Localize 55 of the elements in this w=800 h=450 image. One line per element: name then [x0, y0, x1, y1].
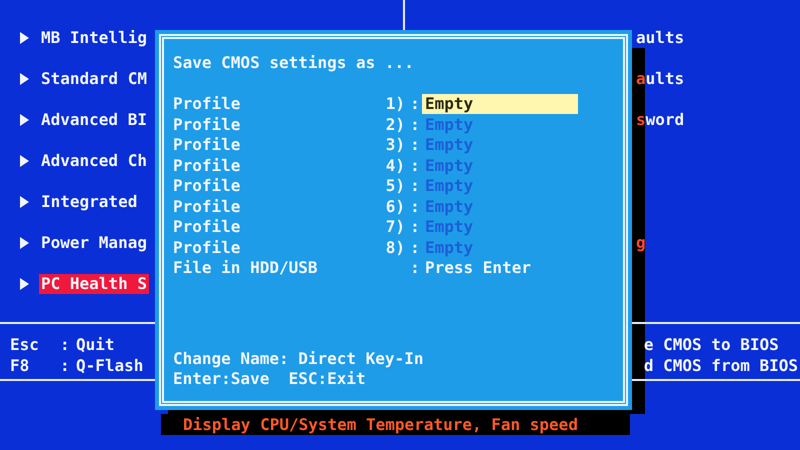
separator: :	[409, 238, 421, 258]
menu-item[interactable]: Integrated	[39, 192, 140, 212]
arrow-icon	[20, 32, 29, 44]
key-label: F8	[10, 355, 30, 376]
key-action: Quit	[76, 334, 116, 355]
profile-label: Profile	[173, 217, 242, 238]
status-bar: Display CPU/System Temperature, Fan speed	[161, 414, 630, 435]
profile-label: Profile	[173, 156, 242, 176]
profile-number: 6)	[384, 196, 405, 217]
arrow-icon	[20, 196, 29, 208]
profile-number: 5)	[384, 176, 405, 196]
separator: :	[409, 258, 421, 278]
profile-label: Profile	[173, 238, 242, 258]
separator: :	[60, 334, 71, 355]
profile-label: Profile	[173, 176, 242, 196]
separator: :	[409, 94, 421, 114]
profile-number: 1)	[384, 94, 405, 114]
menu-item[interactable]: PC Health S	[39, 274, 149, 294]
profile-number: 7)	[384, 217, 405, 238]
menu-item[interactable]: Standard CM	[39, 69, 149, 89]
profile-number: 2)	[384, 114, 405, 135]
key-label: Esc	[10, 334, 40, 355]
key-action: Q-Flash	[76, 355, 144, 376]
arrow-icon	[20, 278, 29, 290]
dialog-hint: Change Name: Direct Key-In	[173, 349, 424, 369]
separator: :	[409, 196, 421, 217]
menu-item[interactable]: Advanced Ch	[39, 151, 149, 171]
menu-item[interactable]: MB Intellig	[39, 28, 149, 48]
separator: :	[409, 176, 421, 196]
menu-item[interactable]: sword	[636, 110, 684, 130]
profile-label: Profile	[173, 94, 242, 114]
menu-item[interactable]: aults	[636, 69, 684, 89]
separator: :	[409, 135, 421, 156]
menu-item[interactable]: Advanced BI	[39, 110, 149, 130]
profile-label: Profile	[173, 196, 242, 217]
profile-label: Profile	[173, 135, 242, 156]
profile-number: 4)	[384, 156, 405, 176]
arrow-icon	[20, 114, 29, 126]
separator: :	[409, 114, 421, 135]
separator: :	[409, 217, 421, 238]
arrow-icon	[20, 73, 29, 85]
file-label: File in HDD/USB	[173, 258, 318, 278]
dialog-title: Save CMOS settings as ...	[173, 53, 415, 73]
menu-item[interactable]: Power Manag	[39, 233, 149, 253]
arrow-icon	[20, 155, 29, 167]
profile-number: 8)	[384, 238, 405, 258]
arrow-icon	[20, 237, 29, 249]
menu-item[interactable]: g	[636, 233, 646, 253]
menu-item[interactable]: aults	[636, 28, 684, 48]
profile-value[interactable]: Empty	[422, 94, 578, 114]
profile-number: 3)	[384, 135, 405, 156]
dialog-hint: Enter:Save ESC:Exit	[173, 369, 367, 389]
separator: :	[60, 355, 71, 376]
separator: :	[409, 156, 421, 176]
profile-label: Profile	[173, 114, 242, 135]
